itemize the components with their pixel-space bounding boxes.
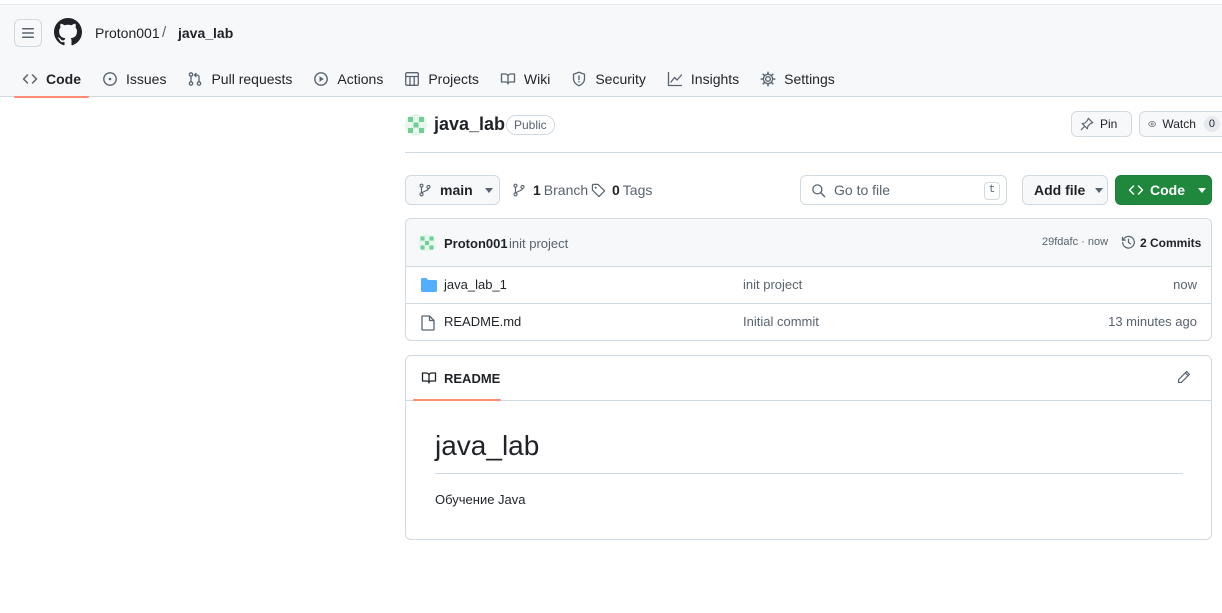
tab-pull-requests[interactable]: Pull requests: [179, 61, 300, 97]
pin-label: Pin: [1100, 117, 1118, 131]
watch-button[interactable]: Watch 0: [1139, 111, 1222, 137]
repo-name[interactable]: java_lab: [434, 114, 505, 135]
tab-issues[interactable]: Issues: [94, 61, 174, 97]
caret-down-icon: [1198, 187, 1206, 193]
tab-label: Issues: [126, 71, 167, 87]
search-input[interactable]: [834, 182, 974, 198]
file-name[interactable]: README.md: [444, 314, 521, 329]
graph-icon: [667, 71, 683, 87]
edit-readme-button[interactable]: [1177, 370, 1191, 384]
tab-projects[interactable]: Projects: [396, 61, 487, 97]
tab-readme[interactable]: README: [413, 356, 501, 401]
pin-button[interactable]: Pin: [1071, 111, 1132, 137]
breadcrumb-separator: /: [162, 24, 167, 41]
readme-divider: [435, 473, 1183, 474]
github-logo-icon[interactable]: [54, 18, 82, 46]
commits-count-label: 2 Commits: [1140, 235, 1202, 250]
file-list: Proton001 init project 29fdafc · now 2 C…: [405, 218, 1212, 341]
table-icon: [405, 72, 420, 86]
code-button[interactable]: Code: [1115, 175, 1212, 205]
history-icon: [1121, 235, 1135, 249]
shortcut-key: t: [984, 182, 1000, 200]
tag-icon: [591, 183, 606, 197]
visibility-badge: Public: [506, 115, 555, 135]
commits-history-link[interactable]: 2 Commits: [1121, 235, 1201, 250]
repo-nav-tabs: Code Issues Pull requests Actions Projec…: [14, 61, 848, 98]
file-commit-message[interactable]: init project: [743, 277, 802, 292]
tag-count: 0: [612, 182, 620, 198]
repo-header: Proton001 / java_lab Code Issues Pull re…: [0, 4, 1222, 98]
tab-label: Pull requests: [211, 71, 293, 87]
commit-author[interactable]: Proton001: [444, 236, 508, 251]
branch-name: main: [440, 182, 473, 198]
go-to-file-search[interactable]: t: [800, 175, 1007, 205]
code-icon: [22, 74, 38, 84]
tab-security[interactable]: Security: [563, 61, 654, 97]
tab-label: Settings: [784, 71, 835, 87]
code-icon: [1128, 185, 1144, 195]
watch-label: Watch: [1162, 117, 1196, 131]
list-item[interactable]: README.md Initial commit 13 minutes ago: [406, 304, 1211, 340]
tag-count-label: Tags: [622, 182, 653, 198]
tab-insights[interactable]: Insights: [659, 61, 747, 97]
commit-message[interactable]: init project: [509, 236, 568, 251]
readme-heading: java_lab: [435, 430, 540, 461]
branches-link[interactable]: 1 Branch: [512, 182, 588, 198]
tab-settings[interactable]: Settings: [752, 61, 843, 97]
search-icon: [812, 183, 826, 197]
tab-label: Actions: [337, 71, 384, 87]
tab-label: Security: [595, 71, 646, 87]
branch-icon: [419, 183, 431, 197]
gear-icon: [760, 71, 776, 87]
pin-icon: [1080, 117, 1094, 131]
repo-avatar-icon[interactable]: [405, 114, 427, 136]
avatar[interactable]: [418, 234, 436, 252]
branch-count-label: Branch: [543, 182, 589, 198]
add-file-button[interactable]: Add file: [1022, 175, 1108, 205]
branch-count: 1: [533, 182, 541, 198]
breadcrumb-repo[interactable]: java_lab: [178, 25, 233, 41]
branch-icon: [513, 183, 525, 197]
latest-commit-row: Proton001 init project 29fdafc · now 2 C…: [406, 219, 1211, 267]
readme-header: README: [406, 356, 1211, 401]
caret-down-icon: [1095, 187, 1104, 193]
tab-actions[interactable]: Actions: [305, 61, 391, 97]
book-icon: [421, 372, 437, 384]
readme-body: Обучение Java: [435, 492, 526, 507]
menu-button[interactable]: [14, 19, 42, 47]
list-item[interactable]: java_lab_1 init project now: [406, 267, 1211, 304]
add-file-label: Add file: [1034, 182, 1086, 198]
shield-icon: [573, 71, 586, 87]
tab-code[interactable]: Code: [14, 61, 89, 98]
file-commit-message[interactable]: Initial commit: [743, 314, 819, 329]
file-name[interactable]: java_lab_1: [444, 277, 507, 292]
breadcrumb-owner[interactable]: Proton001: [95, 25, 160, 41]
pull-request-icon: [189, 72, 202, 86]
pencil-icon: [1177, 370, 1191, 384]
eye-icon: [1148, 121, 1157, 127]
tags-link[interactable]: 0 Tags: [591, 182, 652, 198]
tab-label: Projects: [428, 71, 479, 87]
file-updated-time: now: [1173, 277, 1197, 292]
branch-selector[interactable]: main: [405, 175, 500, 205]
tab-wiki[interactable]: Wiki: [492, 61, 558, 97]
tab-label: Wiki: [523, 71, 551, 87]
repo-title-row: java_lab Public Pin Watch 0: [405, 110, 1222, 153]
hamburger-icon: [22, 28, 34, 38]
watch-count: 0: [1203, 116, 1220, 132]
tab-label: Insights: [690, 71, 740, 87]
caret-down-icon: [484, 187, 493, 193]
folder-icon: [421, 278, 437, 292]
issue-icon: [103, 72, 117, 86]
file-icon: [421, 315, 435, 331]
tab-label: Code: [46, 71, 81, 87]
play-icon: [314, 72, 329, 86]
code-button-label: Code: [1150, 182, 1185, 198]
file-updated-time: 13 minutes ago: [1108, 314, 1197, 329]
readme-panel: README java_lab Обучение Java: [405, 355, 1212, 540]
readme-tab-label: README: [444, 370, 501, 386]
book-icon: [500, 73, 516, 85]
commit-hash-time[interactable]: 29fdafc · now: [1042, 236, 1108, 248]
